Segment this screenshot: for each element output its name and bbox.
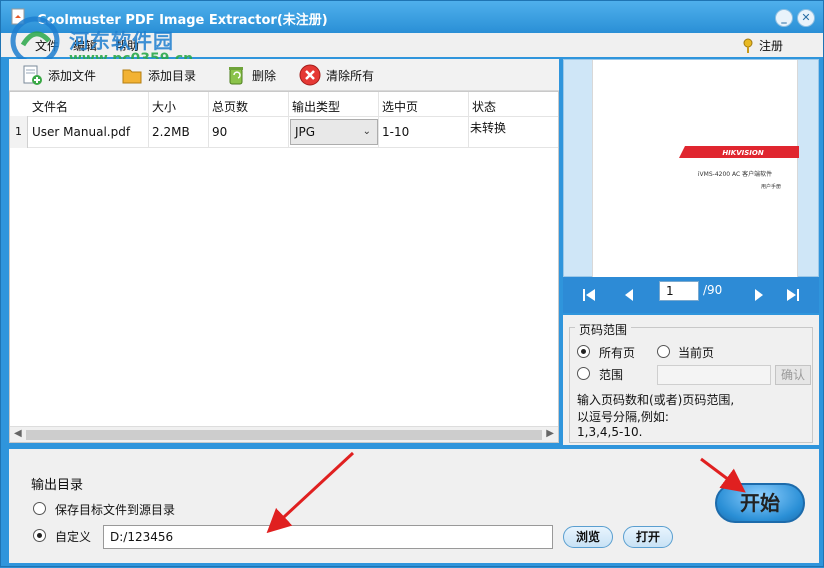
- column-pages[interactable]: 总页数: [212, 98, 248, 115]
- next-page-icon[interactable]: [749, 287, 767, 303]
- current-page-radio[interactable]: [657, 345, 670, 358]
- scroll-left-icon[interactable]: ◀: [14, 428, 22, 439]
- register-link[interactable]: 注册: [741, 37, 783, 54]
- delete-button[interactable]: 删除: [225, 63, 276, 87]
- page-number-input[interactable]: 1: [659, 281, 699, 301]
- range-hint-line2: 以逗号分隔,例如:: [577, 410, 669, 424]
- add-folder-button[interactable]: 添加目录: [121, 63, 196, 87]
- page-range-panel: 页码范围 所有页 当前页 范围 确认 输入页码数和(或者)页码范围, 以逗号分隔…: [563, 315, 819, 445]
- column-selected-pages[interactable]: 选中页: [382, 98, 418, 115]
- cell-size: 2.2MB: [152, 125, 190, 139]
- preview-page-content: HIKVISION iVMS-4200 AC 客户端软件 用户手册: [679, 146, 799, 190]
- row-index: 1: [10, 116, 28, 148]
- custom-directory-label[interactable]: 自定义: [55, 528, 91, 545]
- add-file-label: 添加文件: [48, 68, 97, 83]
- all-pages-label[interactable]: 所有页: [599, 344, 635, 361]
- app-window: Coolmuster PDF Image Extractor(未注册) _ ✕ …: [0, 0, 824, 567]
- cell-status: 未转换: [470, 121, 507, 135]
- minimize-button[interactable]: _: [775, 9, 793, 27]
- range-hint-line3: 1,3,4,5-10.: [577, 425, 643, 439]
- chevron-down-icon: ⌄: [362, 126, 371, 137]
- watermark-title: 河东软件园: [69, 29, 174, 53]
- clear-all-label: 清除所有: [326, 68, 375, 83]
- preview-title: iVMS-4200 AC 客户端软件: [698, 170, 772, 178]
- table-row[interactable]: User Manual.pdf 2.2MB 90 1-10 未转换: [10, 116, 558, 148]
- column-status[interactable]: 状态: [472, 98, 496, 115]
- page-navigation: 1 /90: [563, 277, 819, 313]
- page-total: /90: [703, 283, 723, 297]
- clear-all-button[interactable]: 清除所有: [299, 63, 374, 87]
- start-button[interactable]: 开始: [715, 483, 805, 523]
- preview-subtitle: 用户手册: [761, 183, 781, 190]
- output-type-select[interactable]: JPG ⌄: [290, 119, 378, 145]
- file-table: 文件名 大小 总页数 输出类型 选中页 状态 User Manual.pdf 2…: [9, 91, 559, 443]
- add-file-icon: [23, 65, 42, 85]
- output-directory-title: 输出目录: [31, 478, 84, 493]
- output-type-value: JPG: [295, 125, 316, 139]
- cell-selected-pages[interactable]: 1-10: [382, 125, 409, 139]
- table-header: 文件名 大小 总页数 输出类型 选中页 状态: [10, 92, 558, 116]
- previous-page-icon[interactable]: [621, 287, 639, 303]
- custom-range-radio[interactable]: [577, 367, 590, 380]
- delete-label: 删除: [252, 68, 277, 83]
- output-panel: 输出目录 保存目标文件到源目录 自定义 D:/123456 浏览 打开 开始: [9, 449, 819, 563]
- recycle-bin-icon: [229, 67, 243, 85]
- cell-pages: 90: [212, 125, 228, 139]
- browse-button[interactable]: 浏览: [563, 526, 613, 548]
- pdf-preview: HIKVISION iVMS-4200 AC 客户端软件 用户手册: [563, 59, 819, 278]
- page-range-legend: 页码范围: [575, 321, 632, 338]
- open-button[interactable]: 打开: [623, 526, 673, 548]
- save-to-source-radio[interactable]: [33, 502, 46, 515]
- column-output-type[interactable]: 输出类型: [292, 98, 340, 115]
- register-label: 注册: [758, 39, 783, 53]
- current-page-label[interactable]: 当前页: [678, 344, 714, 361]
- scroll-right-icon[interactable]: ▶: [546, 428, 554, 439]
- key-icon: [743, 38, 753, 53]
- preview-page: HIKVISION iVMS-4200 AC 客户端软件 用户手册: [592, 60, 799, 278]
- custom-directory-radio[interactable]: [33, 529, 46, 542]
- preview-brand: HIKVISION: [722, 149, 764, 157]
- output-path-input[interactable]: D:/123456: [103, 525, 553, 549]
- confirm-button[interactable]: 确认: [775, 365, 811, 385]
- last-page-icon[interactable]: [783, 287, 801, 303]
- add-file-button[interactable]: 添加文件: [21, 63, 96, 87]
- save-to-source-label[interactable]: 保存目标文件到源目录: [55, 501, 175, 518]
- column-size[interactable]: 大小: [152, 98, 176, 115]
- folder-icon: [122, 69, 142, 84]
- cell-filename: User Manual.pdf: [32, 125, 131, 139]
- range-input[interactable]: [657, 365, 771, 385]
- custom-range-label[interactable]: 范围: [599, 366, 623, 383]
- scrollbar-thumb[interactable]: [26, 430, 542, 440]
- first-page-icon[interactable]: [581, 287, 599, 303]
- range-hint-line1: 输入页码数和(或者)页码范围,: [577, 393, 735, 407]
- close-button[interactable]: ✕: [797, 9, 815, 27]
- column-filename[interactable]: 文件名: [32, 98, 68, 115]
- horizontal-scrollbar[interactable]: ◀ ▶: [10, 426, 558, 442]
- clear-icon: [299, 64, 321, 86]
- all-pages-radio[interactable]: [577, 345, 590, 358]
- add-folder-label: 添加目录: [148, 68, 197, 83]
- toolbar: 添加文件 添加目录 删除 清除所有: [9, 59, 559, 91]
